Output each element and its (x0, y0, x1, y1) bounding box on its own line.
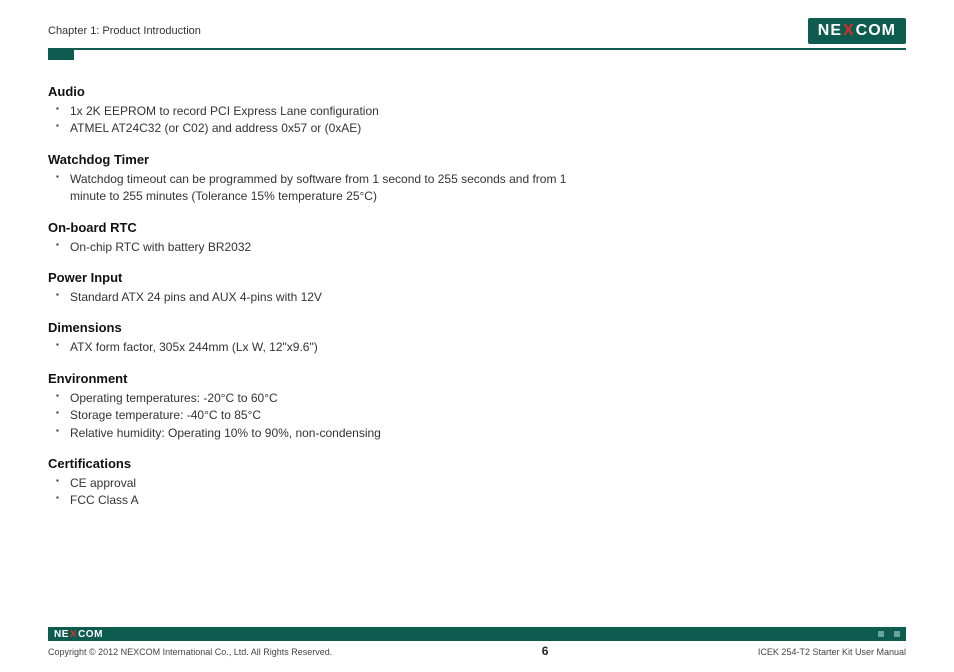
section-power: Power Input Standard ATX 24 pins and AUX… (48, 270, 568, 306)
section-heading: Power Input (48, 270, 568, 285)
section-environment: Environment Operating temperatures: -20°… (48, 371, 568, 442)
accent-tab (48, 50, 74, 60)
brand-pre: NE (54, 629, 69, 640)
page-number: 6 (542, 644, 549, 658)
section-heading: Certifications (48, 456, 568, 471)
content-area: Audio 1x 2K EEPROM to record PCI Express… (48, 60, 568, 510)
header-row: Chapter 1: Product Introduction NEXCOM (48, 18, 906, 44)
section-heading: Environment (48, 371, 568, 386)
footer-bar: NEXCOM (48, 627, 906, 641)
copyright-text: Copyright © 2012 NEXCOM International Co… (48, 647, 332, 657)
brand-post: COM (856, 22, 896, 40)
list-item: Storage temperature: -40°C to 85°C (62, 407, 568, 424)
doc-title: ICEK 254-T2 Starter Kit User Manual (758, 647, 906, 657)
brand-post: COM (78, 629, 103, 640)
section-dimensions: Dimensions ATX form factor, 305x 244mm (… (48, 320, 568, 356)
brand-x-icon: X (70, 629, 77, 640)
section-audio: Audio 1x 2K EEPROM to record PCI Express… (48, 84, 568, 138)
brand-pre: NE (818, 22, 842, 40)
section-certifications: Certifications CE approval FCC Class A (48, 456, 568, 510)
brand-x-icon: X (843, 22, 855, 40)
footer-squares-icon (878, 631, 900, 637)
chapter-title: Chapter 1: Product Introduction (48, 25, 201, 37)
list-item: CE approval (62, 475, 568, 492)
section-watchdog: Watchdog Timer Watchdog timeout can be p… (48, 152, 568, 206)
list-item: Relative humidity: Operating 10% to 90%,… (62, 425, 568, 442)
section-heading: Watchdog Timer (48, 152, 568, 167)
list-item: Operating temperatures: -20°C to 60°C (62, 390, 568, 407)
header-divider (48, 48, 906, 50)
list-item: On-chip RTC with battery BR2032 (62, 239, 568, 256)
section-heading: Audio (48, 84, 568, 99)
list-item: Watchdog timeout can be programmed by so… (62, 171, 568, 206)
list-item: FCC Class A (62, 492, 568, 509)
section-heading: On-board RTC (48, 220, 568, 235)
page-footer: NEXCOM Copyright © 2012 NEXCOM Internati… (48, 627, 906, 658)
list-item: ATMEL AT24C32 (or C02) and address 0x57 … (62, 120, 568, 137)
footer-brand-logo: NEXCOM (54, 629, 103, 640)
section-rtc: On-board RTC On-chip RTC with battery BR… (48, 220, 568, 256)
brand-logo: NEXCOM (808, 18, 906, 44)
section-heading: Dimensions (48, 320, 568, 335)
list-item: Standard ATX 24 pins and AUX 4-pins with… (62, 289, 568, 306)
list-item: ATX form factor, 305x 244mm (Lx W, 12"x9… (62, 339, 568, 356)
list-item: 1x 2K EEPROM to record PCI Express Lane … (62, 103, 568, 120)
